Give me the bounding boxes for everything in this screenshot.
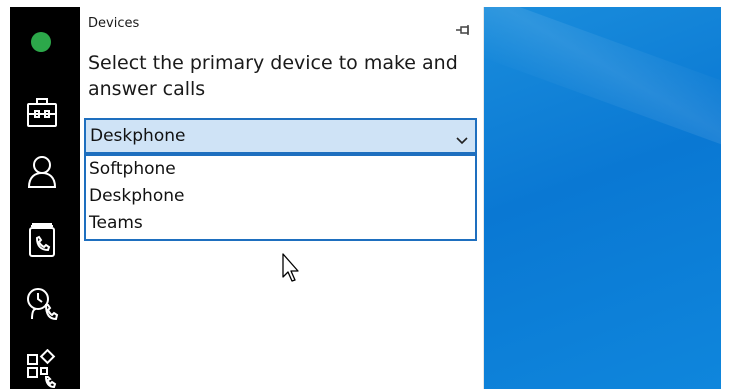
presence-status-dot[interactable] — [31, 32, 51, 52]
phonebook-icon[interactable] — [24, 220, 60, 260]
device-prompt: Select the primary device to make and an… — [88, 52, 458, 100]
briefcase-icon[interactable] — [24, 92, 60, 132]
selected-device-value: Deskphone — [90, 126, 186, 146]
mouse-cursor-icon — [281, 253, 301, 283]
desktop-background — [484, 7, 721, 389]
chevron-down-icon — [455, 131, 469, 145]
pin-icon[interactable] — [455, 21, 471, 35]
device-options-list: Softphone Deskphone Teams — [84, 154, 477, 241]
wallpaper-light-beam — [484, 7, 721, 160]
call-history-icon[interactable] — [24, 285, 60, 325]
apps-phone-icon[interactable] — [24, 349, 60, 389]
devices-panel: Devices Select the primary device to mak… — [80, 7, 484, 389]
sidebar — [10, 7, 80, 389]
person-icon[interactable] — [24, 152, 60, 192]
device-option-softphone[interactable]: Softphone — [86, 156, 475, 183]
device-option-deskphone[interactable]: Deskphone — [86, 183, 475, 210]
device-option-teams[interactable]: Teams — [86, 210, 475, 237]
panel-title: Devices — [88, 16, 140, 31]
primary-device-select[interactable]: Deskphone — [84, 118, 477, 154]
